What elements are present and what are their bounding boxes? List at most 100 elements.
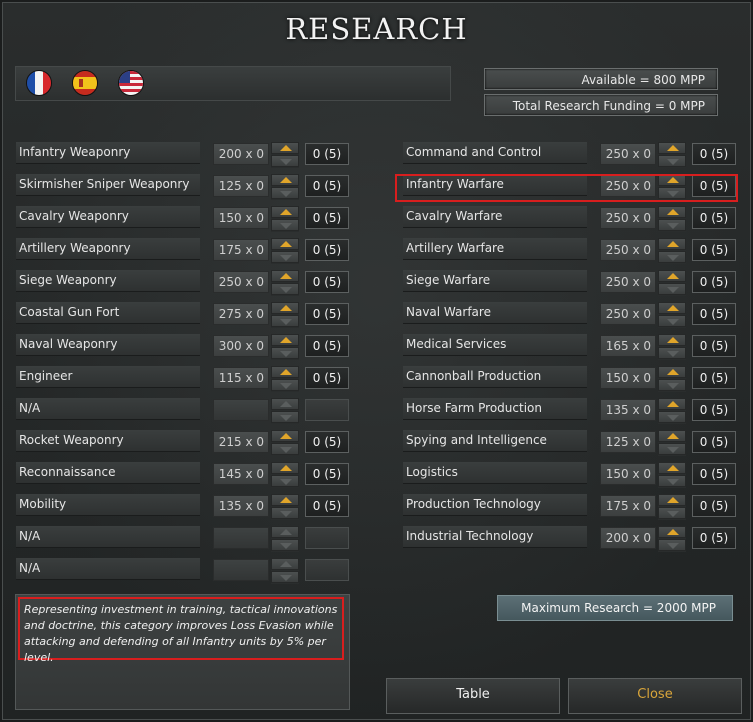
decrease-level-button[interactable] [271, 571, 299, 583]
decrease-level-button[interactable] [271, 475, 299, 487]
research-row: Engineer 115 x 0 0 (5) [16, 366, 356, 392]
increase-level-button[interactable] [271, 494, 299, 506]
arrow-up-icon [280, 369, 292, 375]
available-mpp: Available = 800 MPP [484, 68, 718, 90]
increase-level-button[interactable] [271, 206, 299, 218]
decrease-level-button[interactable] [658, 315, 686, 327]
decrease-level-button[interactable] [271, 443, 299, 455]
decrease-level-button[interactable] [658, 283, 686, 295]
decrease-level-button[interactable] [271, 283, 299, 295]
decrease-level-button[interactable] [271, 507, 299, 519]
level-stepper [658, 430, 686, 456]
level-stepper [271, 398, 299, 424]
research-label: Horse Farm Production [403, 398, 587, 420]
research-cost: 165 x 0 [600, 335, 656, 357]
research-cost-empty [213, 559, 269, 581]
decrease-level-button[interactable] [271, 315, 299, 327]
decrease-level-button[interactable] [658, 379, 686, 391]
research-label: Command and Control [403, 142, 587, 164]
increase-level-button[interactable] [271, 174, 299, 186]
increase-level-button[interactable] [271, 142, 299, 154]
close-button[interactable]: Close [568, 678, 742, 714]
france-flag-icon[interactable] [26, 70, 52, 96]
decrease-level-button[interactable] [271, 251, 299, 263]
decrease-level-button[interactable] [271, 379, 299, 391]
increase-level-button[interactable] [658, 366, 686, 378]
increase-level-button[interactable] [658, 142, 686, 154]
increase-level-button[interactable] [658, 206, 686, 218]
research-level: 0 (5) [305, 271, 349, 293]
research-row: Coastal Gun Fort 275 x 0 0 (5) [16, 302, 356, 328]
research-description: Representing investment in training, tac… [18, 597, 344, 664]
arrow-down-icon [280, 223, 292, 229]
decrease-level-button[interactable] [271, 411, 299, 423]
arrow-up-icon [667, 209, 679, 215]
decrease-level-button[interactable] [658, 443, 686, 455]
research-row: Naval Weaponry 300 x 0 0 (5) [16, 334, 356, 360]
increase-level-button[interactable] [658, 334, 686, 346]
decrease-level-button[interactable] [271, 187, 299, 199]
research-level-empty [305, 399, 349, 421]
level-stepper [271, 526, 299, 552]
arrow-up-icon [280, 145, 292, 151]
decrease-level-button[interactable] [658, 539, 686, 551]
spain-flag-icon[interactable] [72, 70, 98, 96]
research-level: 0 (5) [305, 463, 349, 485]
decrease-level-button[interactable] [271, 347, 299, 359]
research-level: 0 (5) [692, 527, 736, 549]
arrow-up-icon [667, 241, 679, 247]
increase-level-button[interactable] [271, 366, 299, 378]
decrease-level-button[interactable] [271, 539, 299, 551]
arrow-down-icon [667, 159, 679, 165]
research-label: Naval Warfare [403, 302, 587, 324]
arrow-down-icon [280, 447, 292, 453]
research-level: 0 (5) [692, 303, 736, 325]
increase-level-button[interactable] [271, 398, 299, 410]
decrease-level-button[interactable] [271, 219, 299, 231]
level-stepper [271, 462, 299, 488]
research-cost: 135 x 0 [213, 495, 269, 517]
arrow-up-icon [667, 145, 679, 151]
decrease-level-button[interactable] [658, 219, 686, 231]
arrow-down-icon [280, 287, 292, 293]
decrease-level-button[interactable] [658, 155, 686, 167]
increase-level-button[interactable] [271, 558, 299, 570]
increase-level-button[interactable] [658, 174, 686, 186]
increase-level-button[interactable] [658, 270, 686, 282]
increase-level-button[interactable] [271, 430, 299, 442]
increase-level-button[interactable] [271, 526, 299, 538]
arrow-down-icon [280, 415, 292, 421]
research-label: Naval Weaponry [16, 334, 200, 356]
increase-level-button[interactable] [658, 494, 686, 506]
decrease-level-button[interactable] [658, 507, 686, 519]
increase-level-button[interactable] [271, 238, 299, 250]
decrease-level-button[interactable] [658, 187, 686, 199]
arrow-down-icon [667, 479, 679, 485]
arrow-down-icon [667, 511, 679, 517]
decrease-level-button[interactable] [658, 411, 686, 423]
increase-level-button[interactable] [658, 526, 686, 538]
increase-level-button[interactable] [271, 334, 299, 346]
increase-level-button[interactable] [658, 238, 686, 250]
level-stepper [271, 206, 299, 232]
decrease-level-button[interactable] [271, 155, 299, 167]
increase-level-button[interactable] [658, 462, 686, 474]
decrease-level-button[interactable] [658, 475, 686, 487]
research-level-empty [305, 527, 349, 549]
arrow-down-icon [280, 191, 292, 197]
decrease-level-button[interactable] [658, 347, 686, 359]
level-stepper [658, 398, 686, 424]
increase-level-button[interactable] [271, 462, 299, 474]
table-button[interactable]: Table [386, 678, 560, 714]
total-research-funding: Total Research Funding = 0 MPP [484, 94, 718, 116]
research-cost: 200 x 0 [213, 143, 269, 165]
increase-level-button[interactable] [271, 270, 299, 282]
increase-level-button[interactable] [658, 430, 686, 442]
increase-level-button[interactable] [658, 302, 686, 314]
increase-level-button[interactable] [271, 302, 299, 314]
research-cost: 250 x 0 [600, 303, 656, 325]
arrow-up-icon [667, 305, 679, 311]
increase-level-button[interactable] [658, 398, 686, 410]
usa-flag-icon[interactable] [118, 70, 144, 96]
decrease-level-button[interactable] [658, 251, 686, 263]
